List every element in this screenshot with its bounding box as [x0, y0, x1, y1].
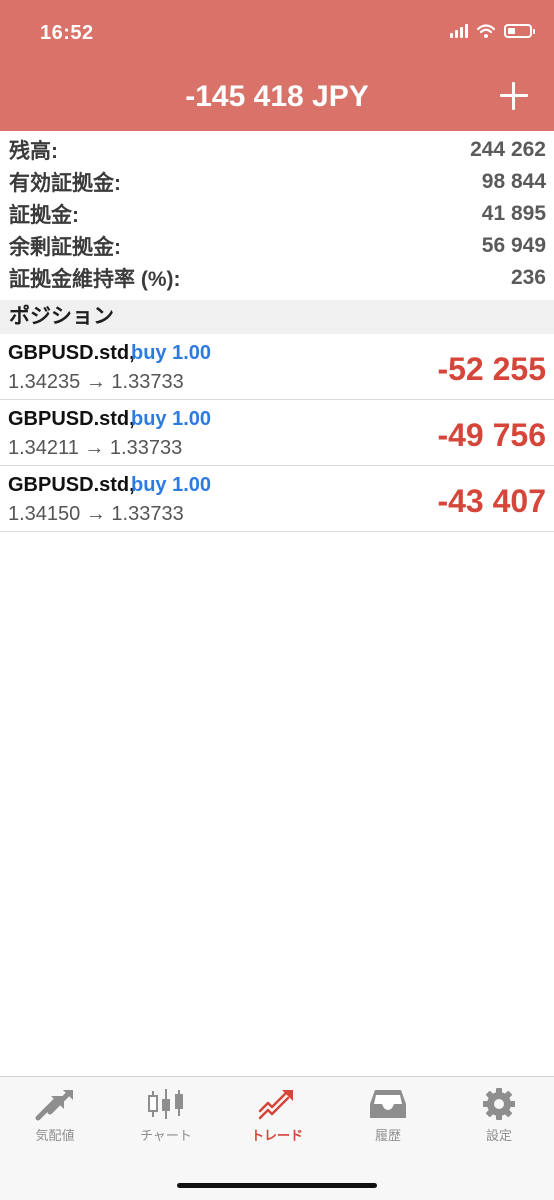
tab-quotes-label: 気配値 — [35, 1128, 75, 1143]
settings-gear-icon — [483, 1088, 515, 1120]
balance-row: 残高: 244 262 — [0, 134, 554, 166]
tab-trade[interactable]: トレード — [222, 1087, 332, 1144]
trade-trend-icon — [258, 1090, 293, 1120]
position-prices: 1.34150 → 1.33733 — [8, 503, 184, 525]
home-indicator — [177, 1183, 377, 1188]
positions-section-header: ポジション — [0, 300, 554, 334]
position-profit: -49 756 — [437, 417, 546, 453]
tab-chart[interactable]: チャート — [111, 1087, 221, 1144]
position-prices: 1.34211 → 1.33733 — [8, 437, 183, 459]
wifi-icon — [477, 24, 495, 38]
plus-icon[interactable] — [500, 82, 528, 110]
position-symbol: GBPUSD.std, — [8, 408, 135, 430]
position-row[interactable]: GBPUSD.std, buy 1.00 1.34211 → 1.33733 -… — [0, 400, 554, 466]
signal-icon — [450, 24, 468, 38]
free-margin-label: 余剰証拠金: — [9, 236, 121, 259]
candlestick-chart-icon — [148, 1089, 183, 1119]
equity-value: 98 844 — [481, 170, 546, 193]
status-icons — [450, 24, 535, 38]
position-symbol: GBPUSD.std, — [8, 342, 135, 364]
equity-label: 有効証拠金: — [9, 172, 121, 195]
position-profit: -43 407 — [437, 483, 546, 519]
balance-value: 244 262 — [470, 138, 546, 161]
tab-settings[interactable]: 設定 — [444, 1087, 554, 1144]
account-summary: 残高: 244 262 有効証拠金: 98 844 証拠金: 41 895 余剰… — [0, 134, 554, 294]
tab-history-label: 履歴 — [374, 1128, 401, 1143]
position-row[interactable]: GBPUSD.std, buy 1.00 1.34150 → 1.33733 -… — [0, 466, 554, 532]
tab-trade-label: トレード — [250, 1128, 303, 1143]
position-profit: -52 255 — [437, 351, 546, 387]
margin-level-label: 証拠金維持率 (%): — [9, 268, 181, 291]
app-header: 16:52 -145 418 JPY — [0, 0, 554, 131]
tab-history[interactable]: 履歴 — [333, 1087, 443, 1144]
position-type: buy 1.00 — [131, 408, 212, 430]
tab-chart-label: チャート — [140, 1128, 192, 1143]
total-profit-title: -145 418 JPY — [185, 80, 369, 113]
free-margin-value: 56 949 — [481, 234, 546, 257]
position-symbol: GBPUSD.std, — [8, 474, 135, 496]
margin-row: 証拠金: 41 895 — [0, 198, 554, 230]
balance-label: 残高: — [9, 140, 58, 163]
positions-list: GBPUSD.std, buy 1.00 1.34235 → 1.33733 -… — [0, 334, 554, 532]
margin-level-row: 証拠金維持率 (%): 236 — [0, 262, 554, 294]
tab-settings-label: 設定 — [485, 1128, 512, 1143]
position-type: buy 1.00 — [131, 474, 212, 496]
status-time: 16:52 — [40, 22, 94, 44]
history-inbox-icon — [370, 1090, 406, 1118]
position-type: buy 1.00 — [131, 342, 212, 364]
tab-quotes[interactable]: 気配値 — [0, 1087, 110, 1144]
margin-value: 41 895 — [481, 202, 546, 225]
equity-row: 有効証拠金: 98 844 — [0, 166, 554, 198]
free-margin-row: 余剰証拠金: 56 949 — [0, 230, 554, 262]
position-row[interactable]: GBPUSD.std, buy 1.00 1.34235 → 1.33733 -… — [0, 334, 554, 400]
quotes-arrows-icon — [35, 1090, 73, 1121]
tab-bar: 気配値 チャート トレード 履歴 設定 — [0, 1076, 554, 1200]
margin-label: 証拠金: — [9, 204, 79, 227]
position-prices: 1.34235 → 1.33733 — [8, 371, 184, 393]
battery-icon — [504, 24, 535, 38]
margin-level-value: 236 — [510, 266, 546, 289]
